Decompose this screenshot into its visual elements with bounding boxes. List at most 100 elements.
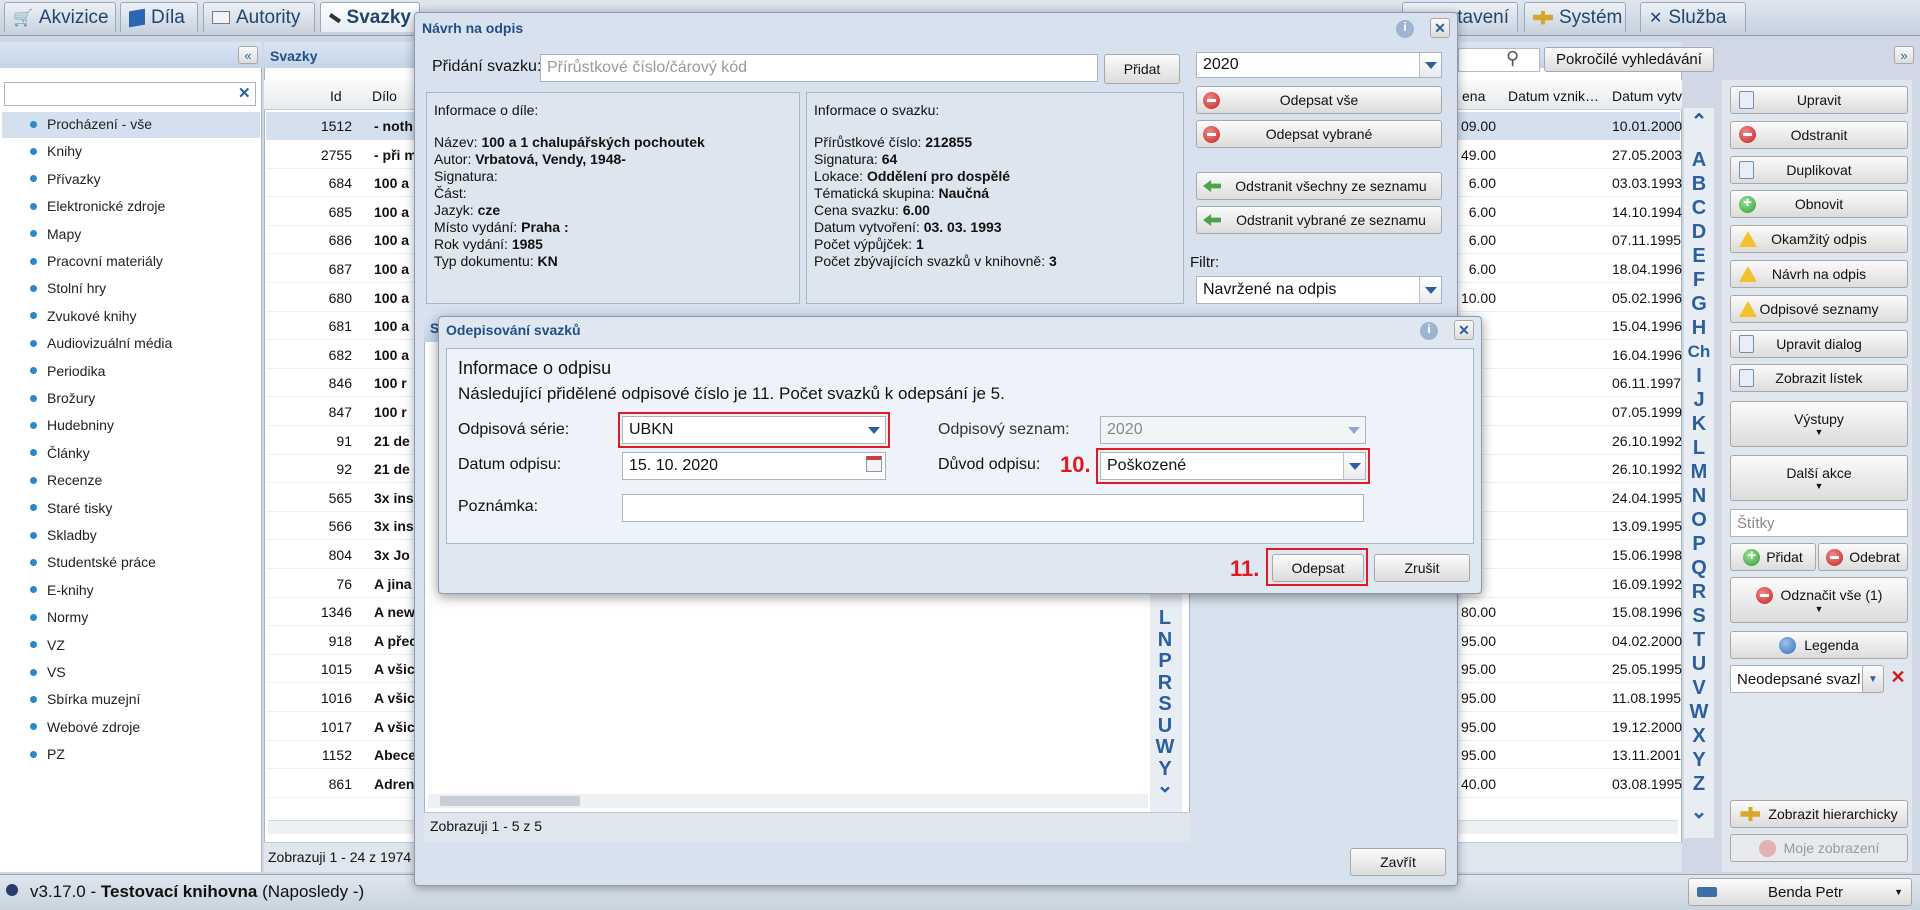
sidebar-item[interactable]: VZ (30, 637, 65, 653)
sidebar-item[interactable]: Staré tisky (30, 500, 112, 516)
my-view-button[interactable]: Moje zobrazení (1730, 834, 1908, 862)
alphabet-letter[interactable]: U (1686, 652, 1712, 676)
alphabet-letter[interactable]: N (1686, 484, 1712, 508)
col-header-id[interactable]: Id (330, 88, 342, 104)
dialog1-list-scroll-thumb[interactable] (440, 796, 580, 806)
alphabet-letter[interactable]: D (1686, 220, 1712, 244)
sidebar-item[interactable]: Webové zdroje (30, 719, 140, 735)
sidebar-item[interactable]: Normy (30, 609, 88, 625)
note-input[interactable] (622, 494, 1364, 522)
alphabet-letter[interactable]: T (1686, 628, 1712, 652)
sidebar-item[interactable]: Procházení - vše (30, 116, 152, 132)
sidebar-item[interactable]: Mapy (30, 226, 81, 242)
tab-svazky[interactable]: Svazky (320, 2, 420, 32)
action-button-5[interactable]: Návrh na odpis (1730, 260, 1908, 288)
alphabet-letter[interactable]: Ch (1686, 340, 1712, 364)
col-header-dilo[interactable]: Dílo (372, 88, 397, 104)
collapse-sidebar-button[interactable]: « (238, 46, 258, 64)
inner-alphabet-letter[interactable]: S (1152, 692, 1178, 716)
calendar-icon[interactable] (866, 456, 882, 472)
inner-alphabet-letter[interactable]: L (1152, 606, 1178, 630)
sidebar-item[interactable]: Recenze (30, 472, 102, 488)
alphabet-letter[interactable]: A (1686, 148, 1712, 172)
alphabet-letter[interactable]: G (1686, 292, 1712, 316)
action-button-4[interactable]: Okamžitý odpis (1730, 225, 1908, 254)
col-header-datum-vytv[interactable]: Datum vytv (1612, 88, 1682, 104)
sidebar-item[interactable]: Zvukové knihy (30, 308, 136, 324)
sidebar-search-input[interactable] (4, 82, 256, 106)
alphabet-letter[interactable]: K (1686, 412, 1712, 436)
dialog1-close-icon[interactable]: ✕ (1430, 18, 1450, 38)
dialog1-remove-all-button[interactable]: Odstranit všechny ze seznamu (1196, 172, 1442, 200)
col-header-cena[interactable]: ena (1462, 88, 1485, 104)
dialog1-add-input[interactable]: Přírůstkové číslo/čárový kód (540, 54, 1098, 82)
alphabet-letter[interactable]: M (1686, 460, 1712, 484)
dialog1-info-icon[interactable]: i (1396, 20, 1414, 38)
action-button-1[interactable]: Odstranit (1730, 120, 1908, 149)
alphabet-letter[interactable]: E (1686, 244, 1712, 268)
dialog2-close-icon[interactable]: ✕ (1454, 320, 1474, 340)
sidebar-item[interactable]: Elektronické zdroje (30, 198, 165, 214)
tab-akvizice[interactable]: 🛒 Akvizice (4, 2, 116, 32)
alphabet-letter[interactable]: C (1686, 196, 1712, 220)
action-button-3[interactable]: Obnovit (1730, 190, 1908, 219)
filter-select[interactable]: Neodepsané svazl (1730, 665, 1878, 693)
dialog1-year-select[interactable]: 2020 (1196, 52, 1442, 78)
alphabet-letter[interactable]: I (1686, 364, 1712, 388)
tags-input[interactable]: Štítky (1730, 509, 1908, 537)
alphabet-letter[interactable]: J (1686, 388, 1712, 412)
zrusit-button[interactable]: Zrušit (1374, 554, 1470, 582)
alphabet-letter[interactable]: O (1686, 508, 1712, 532)
show-hierarchy-button[interactable]: Zobrazit hierarchicky (1730, 800, 1908, 828)
dialog1-odepsat-vse-button[interactable]: Odepsat vše (1196, 86, 1442, 114)
alphabet-letter[interactable]: Z (1686, 772, 1712, 796)
clear-filter-icon[interactable]: ✕ (1888, 667, 1908, 691)
clear-search-icon[interactable]: ✕ (238, 84, 254, 104)
alphabet-letter[interactable]: F (1686, 268, 1712, 292)
tab-autority[interactable]: Autority (203, 2, 315, 32)
action-button-0[interactable]: Upravit (1730, 86, 1908, 114)
alphabet-letter[interactable]: S (1686, 604, 1712, 628)
tab-sluzba[interactable]: ✕ Služba (1640, 2, 1746, 32)
alphabet-letter[interactable]: P (1686, 532, 1712, 556)
tab-system[interactable]: Systém (1524, 2, 1626, 32)
remove-tag-button[interactable]: Odebrat (1818, 543, 1908, 571)
vystupy-button[interactable]: Výstupy ▼ (1730, 401, 1908, 447)
search-icon[interactable]: ⚲ (1506, 48, 1528, 70)
alphabet-scroll-top-icon[interactable]: ⌃ (1686, 110, 1712, 134)
dialog1-odepsat-vybrane-button[interactable]: Odepsat vybrané (1196, 120, 1442, 148)
collapse-right-button[interactable]: » (1894, 46, 1914, 64)
sidebar-item[interactable]: Stolní hry (30, 280, 106, 296)
sidebar-item[interactable]: Brožury (30, 390, 95, 406)
sidebar-item[interactable]: Knihy (30, 143, 82, 159)
inner-alphabet-letter[interactable]: W (1152, 735, 1178, 759)
alphabet-letter[interactable]: B (1686, 172, 1712, 196)
sidebar-item[interactable]: Studentské práce (30, 554, 156, 570)
dalsi-akce-button[interactable]: Další akce ▼ (1730, 455, 1908, 501)
inner-alphabet-letter[interactable]: R (1152, 671, 1178, 695)
alphabet-letter[interactable]: W (1686, 700, 1712, 724)
sidebar-item[interactable]: Periodika (30, 363, 105, 379)
sidebar-item[interactable]: Články (30, 445, 90, 461)
tab-dila[interactable]: Díla (120, 2, 198, 32)
dialog2-info-icon[interactable]: i (1420, 322, 1438, 340)
alphabet-letter[interactable]: R (1686, 580, 1712, 604)
alphabet-scroll-bottom-icon[interactable]: ⌄ (1686, 800, 1712, 824)
action-button-8[interactable]: Zobrazit lístek (1730, 364, 1908, 393)
action-button-2[interactable]: Duplikovat (1730, 155, 1908, 184)
sidebar-item[interactable]: E-knihy (30, 582, 94, 598)
date-input[interactable]: 15. 10. 2020 (622, 452, 886, 480)
sidebar-item[interactable]: Audiovizuální média (30, 335, 172, 351)
inner-alphabet-letter[interactable]: U (1152, 714, 1178, 738)
unmark-all-button[interactable]: Odznačit vše (1) ▼ (1730, 577, 1908, 623)
alphabet-letter[interactable]: V (1686, 676, 1712, 700)
alphabet-letter[interactable]: Y (1686, 748, 1712, 772)
alphabet-letter[interactable]: Q (1686, 556, 1712, 580)
inner-alphabet-scroll-bottom-icon[interactable]: ⌄ (1152, 774, 1178, 798)
dialog1-filter-select[interactable]: Navržené na odpis (1196, 276, 1442, 304)
dialog1-remove-selected-button[interactable]: Odstranit vybrané ze seznamu (1196, 206, 1442, 234)
sidebar-item[interactable]: Pracovní materiály (30, 253, 163, 269)
sidebar-item[interactable]: Skladby (30, 527, 97, 543)
dialog1-close-button[interactable]: Zavřít (1350, 848, 1446, 876)
alphabet-letter[interactable]: H (1686, 316, 1712, 340)
